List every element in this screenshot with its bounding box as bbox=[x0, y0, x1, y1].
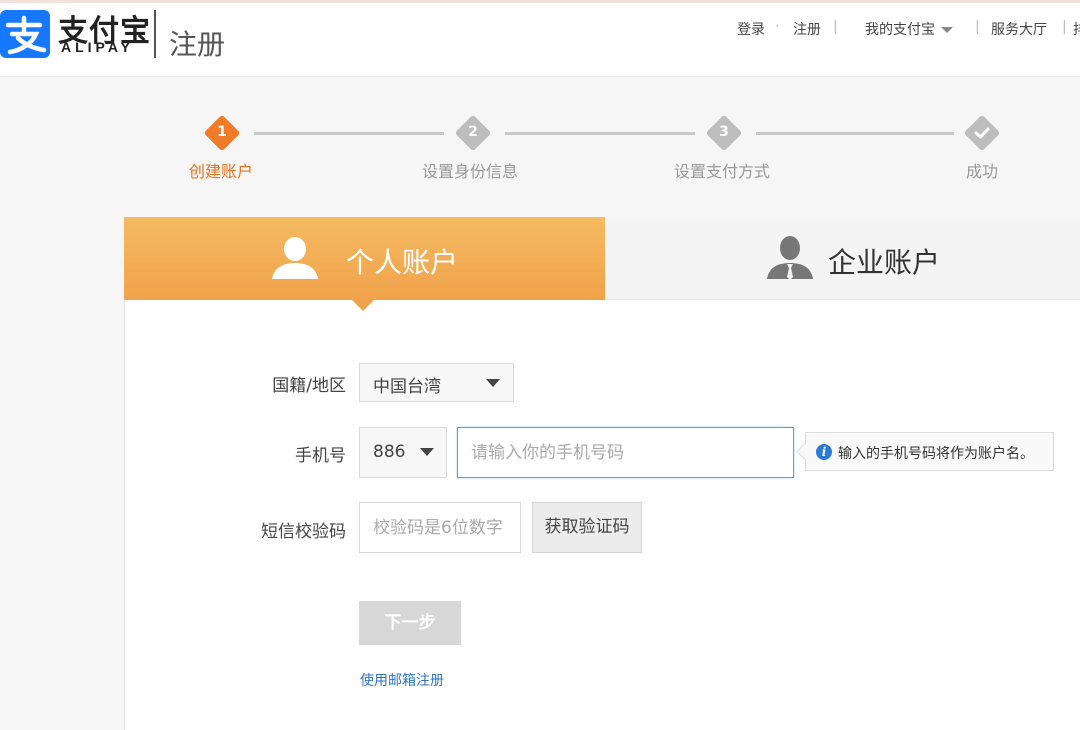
step-2-label: 设置身份信息 bbox=[422, 162, 519, 181]
nav-divider: | bbox=[975, 19, 980, 35]
step-1-label: 创建账户 bbox=[189, 162, 254, 181]
step-3-label: 设置支付方式 bbox=[674, 162, 771, 181]
service-hall-link[interactable]: 服务大厅 bbox=[991, 19, 1047, 39]
tab-personal-label: 个人账户 bbox=[346, 246, 459, 279]
country-select-value: 中国台湾 bbox=[373, 377, 441, 397]
step-1-number: 1 bbox=[217, 124, 227, 140]
my-alipay-menu[interactable]: 我的支付宝 bbox=[865, 19, 953, 39]
business-user-icon bbox=[767, 236, 813, 280]
nav-divider: | bbox=[833, 19, 838, 35]
active-tab-pointer bbox=[351, 299, 375, 311]
tab-personal-account[interactable]: 个人账户 bbox=[124, 217, 605, 300]
phone-code-value: 886 bbox=[373, 442, 406, 462]
step-3-number: 3 bbox=[719, 124, 729, 140]
chevron-down-icon bbox=[941, 27, 953, 33]
next-step-button[interactable]: 下一步 bbox=[359, 601, 461, 645]
email-register-link[interactable]: 使用邮箱注册 bbox=[360, 670, 444, 690]
logo-divider bbox=[154, 10, 156, 58]
nav-divider: | bbox=[1062, 19, 1067, 35]
country-select[interactable]: 中国台湾 bbox=[359, 363, 514, 402]
nav-truncated-link[interactable]: 排 bbox=[1073, 19, 1080, 39]
phone-label: 手机号 bbox=[295, 446, 346, 466]
user-icon bbox=[272, 237, 318, 279]
tab-company-label: 企业账户 bbox=[828, 246, 941, 279]
my-alipay-label: 我的支付宝 bbox=[865, 22, 935, 38]
alipay-logo-icon[interactable] bbox=[0, 10, 50, 58]
chevron-down-icon bbox=[486, 379, 500, 387]
info-icon: i bbox=[816, 444, 832, 460]
step-connector bbox=[505, 132, 695, 135]
header: 支付宝 ALIPAY 注册 登录 · 注册 | 我的支付宝 | 服务大厅 | 排 bbox=[0, 3, 1080, 77]
country-label: 国籍/地区 bbox=[272, 376, 346, 396]
page-title: 注册 bbox=[169, 28, 226, 61]
phone-code-select[interactable]: 886 bbox=[359, 427, 447, 478]
step-connector bbox=[756, 132, 954, 135]
register-link[interactable]: 注册 bbox=[793, 19, 821, 39]
logo-text-en: ALIPAY bbox=[61, 39, 135, 55]
checkmark-icon bbox=[974, 127, 990, 139]
tab-company-account[interactable]: 企业账户 bbox=[605, 217, 1080, 300]
sms-code-label: 短信校验码 bbox=[261, 522, 346, 542]
step-2-number: 2 bbox=[468, 124, 478, 140]
phone-tip-text: 输入的手机号码将作为账户名。 bbox=[838, 446, 1034, 462]
get-sms-code-button[interactable]: 获取验证码 bbox=[532, 502, 642, 553]
login-link[interactable]: 登录 bbox=[737, 19, 765, 39]
chevron-down-icon bbox=[420, 448, 434, 456]
phone-tip-tooltip: i 输入的手机号码将作为账户名。 bbox=[796, 432, 1054, 471]
nav-dot: · bbox=[775, 19, 780, 35]
step-connector bbox=[254, 132, 444, 135]
step-4-label: 成功 bbox=[966, 162, 999, 181]
phone-input[interactable] bbox=[457, 427, 794, 478]
sms-code-input[interactable] bbox=[359, 502, 521, 553]
